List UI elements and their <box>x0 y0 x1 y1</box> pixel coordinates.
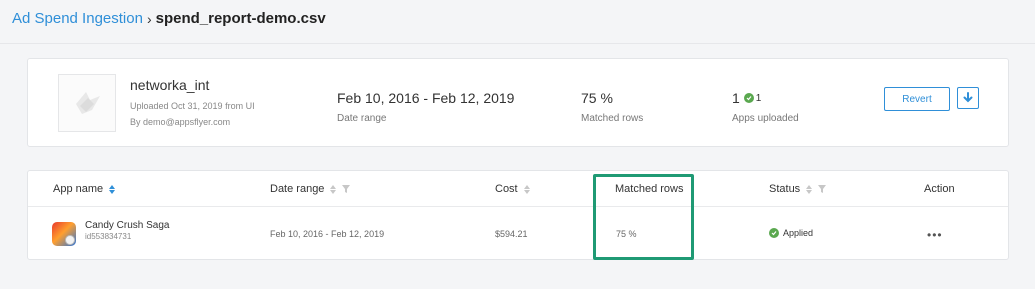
summary-card: networka_int Uploaded Oct 31, 2019 from … <box>27 58 1009 147</box>
matched-rows-label: Matched rows <box>581 113 644 124</box>
check-circle-icon <box>743 93 754 103</box>
revert-button[interactable]: Revert <box>884 87 950 111</box>
upload-info: Uploaded Oct 31, 2019 from UI <box>130 101 255 111</box>
row-status-label: Applied <box>783 228 814 238</box>
col-cost-label: Cost <box>495 183 518 195</box>
table-header-row: App name Date range Cost Matched rows St… <box>28 171 1008 207</box>
row-app-title: Candy Crush Saga <box>85 220 170 231</box>
row-date-range: Feb 10, 2016 - Feb 12, 2019 <box>270 229 385 239</box>
app-placeholder-icon <box>76 92 100 114</box>
download-button[interactable] <box>957 87 979 109</box>
breadcrumb-parent-link[interactable]: Ad Spend Ingestion <box>12 10 143 27</box>
col-cost[interactable]: Cost <box>495 183 530 195</box>
breadcrumb: Ad Spend Ingestion › spend_report-demo.c… <box>12 10 326 27</box>
filter-icon[interactable] <box>818 185 827 193</box>
app-placeholder-image <box>58 74 116 132</box>
sort-icon[interactable] <box>109 184 116 194</box>
date-range-value: Feb 10, 2016 - Feb 12, 2019 <box>337 90 515 106</box>
col-date-range[interactable]: Date range <box>270 183 351 195</box>
apps-uploaded-count: 1 <box>732 90 740 106</box>
apps-uploaded-value: 1 1 <box>732 90 761 106</box>
date-range-label: Date range <box>337 113 387 124</box>
row-status: Applied <box>769 228 813 238</box>
header-divider <box>0 43 1035 44</box>
uploads-table: App name Date range Cost Matched rows St… <box>27 170 1009 260</box>
col-status-label: Status <box>769 183 801 195</box>
breadcrumb-current: spend_report-demo.csv <box>155 10 326 27</box>
col-date-range-label: Date range <box>270 183 325 195</box>
sort-icon[interactable] <box>330 184 337 194</box>
row-actions-menu-icon[interactable]: ••• <box>927 228 943 242</box>
uploader-email: By demo@appsflyer.com <box>130 117 231 127</box>
col-app-name-label: App name <box>53 183 104 195</box>
matched-rows-value: 75 % <box>581 90 613 106</box>
row-app-id: id553834731 <box>85 232 132 241</box>
col-action-label: Action <box>924 183 955 195</box>
row-cost: $594.21 <box>495 229 528 239</box>
col-action: Action <box>924 183 955 195</box>
col-status[interactable]: Status <box>769 183 827 195</box>
apps-success-indicator: 1 <box>743 92 762 104</box>
summary-app-name: networka_int <box>130 77 210 93</box>
check-circle-icon <box>769 228 779 238</box>
apps-uploaded-label: Apps uploaded <box>732 113 799 124</box>
download-arrow-icon <box>963 92 973 103</box>
col-app-name[interactable]: App name <box>53 183 116 195</box>
sort-icon[interactable] <box>806 184 813 194</box>
apps-success-count: 1 <box>755 92 762 104</box>
filter-icon[interactable] <box>342 185 351 193</box>
breadcrumb-separator: › <box>146 10 152 27</box>
row-matched-rows: 75 % <box>616 229 637 239</box>
table-row: Candy Crush Saga id553834731 Feb 10, 201… <box>28 208 1008 260</box>
sort-icon[interactable] <box>523 184 530 194</box>
col-matched-rows: Matched rows <box>615 183 683 195</box>
candy-crush-app-icon <box>52 222 76 246</box>
col-matched-rows-label: Matched rows <box>615 183 684 195</box>
